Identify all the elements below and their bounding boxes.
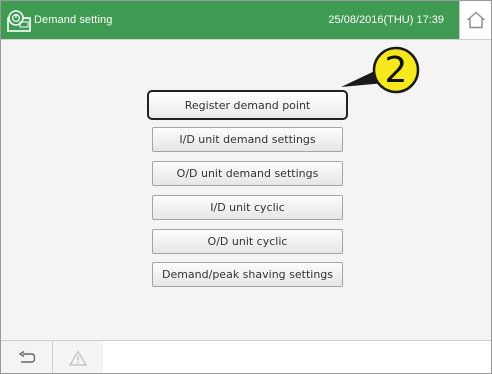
title-bar: Demand setting 25/08/2016(THU) 17:39	[1, 1, 459, 39]
bottom-bar	[1, 340, 491, 373]
alarm-button	[52, 341, 104, 373]
date-time: 25/08/2016(THU) 17:39	[328, 14, 444, 26]
register-demand-point-button[interactable]: Register demand point	[147, 90, 348, 120]
id-unit-demand-settings-button[interactable]: I/D unit demand settings	[152, 127, 343, 152]
callout-number: 2	[384, 49, 408, 91]
id-unit-cyclic-button[interactable]: I/D unit cyclic	[152, 195, 343, 220]
od-unit-cyclic-button[interactable]: O/D unit cyclic	[152, 229, 343, 254]
screen-frame: Demand setting 25/08/2016(THU) 17:39 Reg…	[0, 0, 492, 374]
bottom-bar-empty-area	[103, 341, 491, 373]
home-button[interactable]	[459, 1, 491, 39]
remote-controller-icon	[7, 10, 31, 32]
home-icon	[467, 11, 485, 29]
demand-peak-shaving-settings-button[interactable]: Demand/peak shaving settings	[152, 262, 343, 287]
warning-icon	[68, 349, 87, 366]
page-title: Demand setting	[34, 14, 113, 26]
od-unit-demand-settings-button[interactable]: O/D unit demand settings	[152, 161, 343, 186]
back-arrow-icon	[18, 350, 35, 363]
back-button[interactable]	[1, 341, 53, 373]
